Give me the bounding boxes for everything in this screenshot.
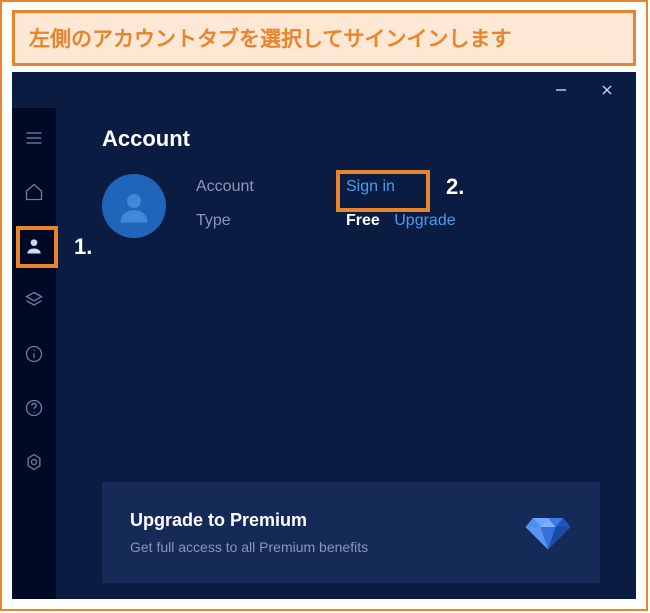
sidebar-account-button[interactable]: 1. (18, 230, 50, 262)
titlebar (12, 72, 636, 108)
account-section: Account Sign in 2. Type Free Upgrade (102, 174, 600, 238)
premium-title: Upgrade to Premium (130, 510, 368, 531)
instruction-banner: 左側のアカウントタブを選択してサインインします (12, 10, 636, 66)
avatar (102, 174, 166, 238)
account-label: Account (196, 178, 306, 196)
premium-subtitle: Get full access to all Premium benefits (130, 539, 368, 555)
sidebar-menu-button[interactable] (18, 122, 50, 154)
highlight-signin (336, 170, 430, 212)
sidebar-help-button[interactable] (18, 392, 50, 424)
tutorial-frame: 左側のアカウントタブを選択してサインインします (0, 0, 648, 611)
app-body: 1. Account (12, 108, 636, 599)
sidebar-home-button[interactable] (18, 176, 50, 208)
type-value: Free (346, 212, 380, 229)
sidebar-info-button[interactable] (18, 338, 50, 370)
premium-card[interactable]: Upgrade to Premium Get full access to al… (102, 482, 600, 583)
signin-link[interactable]: Sign in 2. (346, 178, 395, 196)
minimize-button[interactable] (540, 75, 582, 105)
type-label: Type (196, 212, 306, 230)
close-button[interactable] (586, 75, 628, 105)
diamond-icon (524, 506, 572, 559)
callout-two: 2. (446, 174, 464, 200)
main-panel: Account Account Sign in 2. Type (56, 108, 636, 599)
premium-text: Upgrade to Premium Get full access to al… (130, 510, 368, 555)
instruction-text: 左側のアカウントタブを選択してサインインします (29, 28, 511, 51)
app-window: 1. Account (12, 72, 636, 599)
sidebar-settings-button[interactable] (18, 446, 50, 478)
sidebar: 1. (12, 108, 56, 599)
account-info-grid: Account Sign in 2. Type Free Upgrade (196, 174, 456, 230)
type-cell: Free Upgrade (346, 212, 456, 230)
signin-cell: Sign in 2. (346, 178, 456, 196)
page-title: Account (102, 126, 600, 152)
upgrade-link[interactable]: Upgrade (394, 212, 455, 229)
sidebar-layers-button[interactable] (18, 284, 50, 316)
